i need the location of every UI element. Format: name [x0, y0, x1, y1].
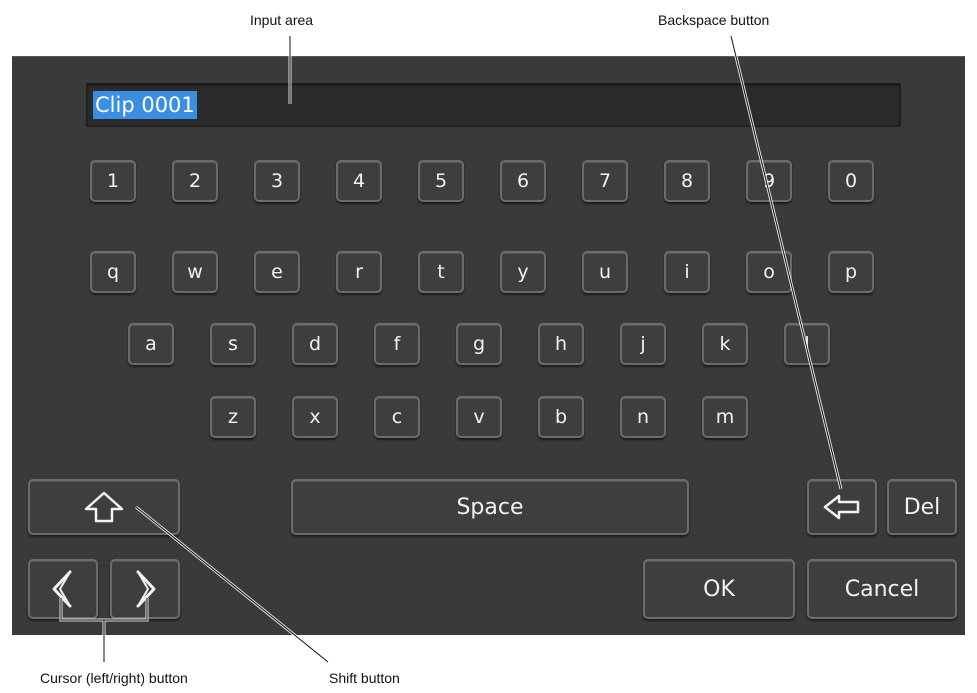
shift-button[interactable]	[28, 479, 180, 535]
key-3[interactable]: 3	[254, 160, 300, 202]
cancel-button[interactable]: Cancel	[807, 559, 957, 619]
key-4[interactable]: 4	[336, 160, 382, 202]
key-g[interactable]: g	[456, 323, 502, 365]
shift-arrow-icon	[84, 491, 124, 523]
key-z[interactable]: z	[210, 396, 256, 438]
key-e[interactable]: e	[254, 251, 300, 293]
key-0[interactable]: 0	[828, 160, 874, 202]
key-q[interactable]: q	[90, 251, 136, 293]
input-text: Clip 0001	[93, 91, 197, 119]
key-y[interactable]: y	[500, 251, 546, 293]
key-c[interactable]: c	[374, 396, 420, 438]
key-b[interactable]: b	[538, 396, 584, 438]
key-v[interactable]: v	[456, 396, 502, 438]
key-8[interactable]: 8	[664, 160, 710, 202]
key-7[interactable]: 7	[582, 160, 628, 202]
backspace-arrow-icon	[823, 494, 860, 520]
key-j[interactable]: j	[620, 323, 666, 365]
space-button[interactable]: Space	[291, 479, 689, 535]
key-u[interactable]: u	[582, 251, 628, 293]
key-6[interactable]: 6	[500, 160, 546, 202]
key-r[interactable]: r	[336, 251, 382, 293]
cursor-right-button[interactable]	[110, 559, 180, 619]
key-p[interactable]: p	[828, 251, 874, 293]
ok-button[interactable]: OK	[643, 559, 795, 619]
key-k[interactable]: k	[702, 323, 748, 365]
callout-cursor-button: Cursor (left/right) button	[40, 670, 188, 686]
key-n[interactable]: n	[620, 396, 666, 438]
input-area[interactable]: Clip 0001	[86, 83, 901, 127]
key-w[interactable]: w	[172, 251, 218, 293]
callout-input-area: Input area	[250, 12, 314, 28]
key-m[interactable]: m	[702, 396, 748, 438]
cursor-left-button[interactable]	[28, 559, 98, 619]
key-l[interactable]: l	[784, 323, 830, 365]
callout-backspace-button: Backspace button	[658, 12, 770, 28]
del-button[interactable]: Del	[887, 479, 957, 535]
key-t[interactable]: t	[418, 251, 464, 293]
key-2[interactable]: 2	[172, 160, 218, 202]
key-s[interactable]: s	[210, 323, 256, 365]
key-d[interactable]: d	[292, 323, 338, 365]
backspace-button[interactable]	[807, 479, 877, 535]
key-o[interactable]: o	[746, 251, 792, 293]
key-x[interactable]: x	[292, 396, 338, 438]
chevron-right-icon	[136, 570, 156, 608]
key-a[interactable]: a	[128, 323, 174, 365]
key-h[interactable]: h	[538, 323, 584, 365]
callout-shift-button: Shift button	[329, 670, 400, 686]
key-f[interactable]: f	[374, 323, 420, 365]
key-1[interactable]: 1	[90, 160, 136, 202]
key-9[interactable]: 9	[746, 160, 792, 202]
chevron-left-icon	[52, 570, 72, 608]
key-i[interactable]: i	[664, 251, 710, 293]
key-5[interactable]: 5	[418, 160, 464, 202]
